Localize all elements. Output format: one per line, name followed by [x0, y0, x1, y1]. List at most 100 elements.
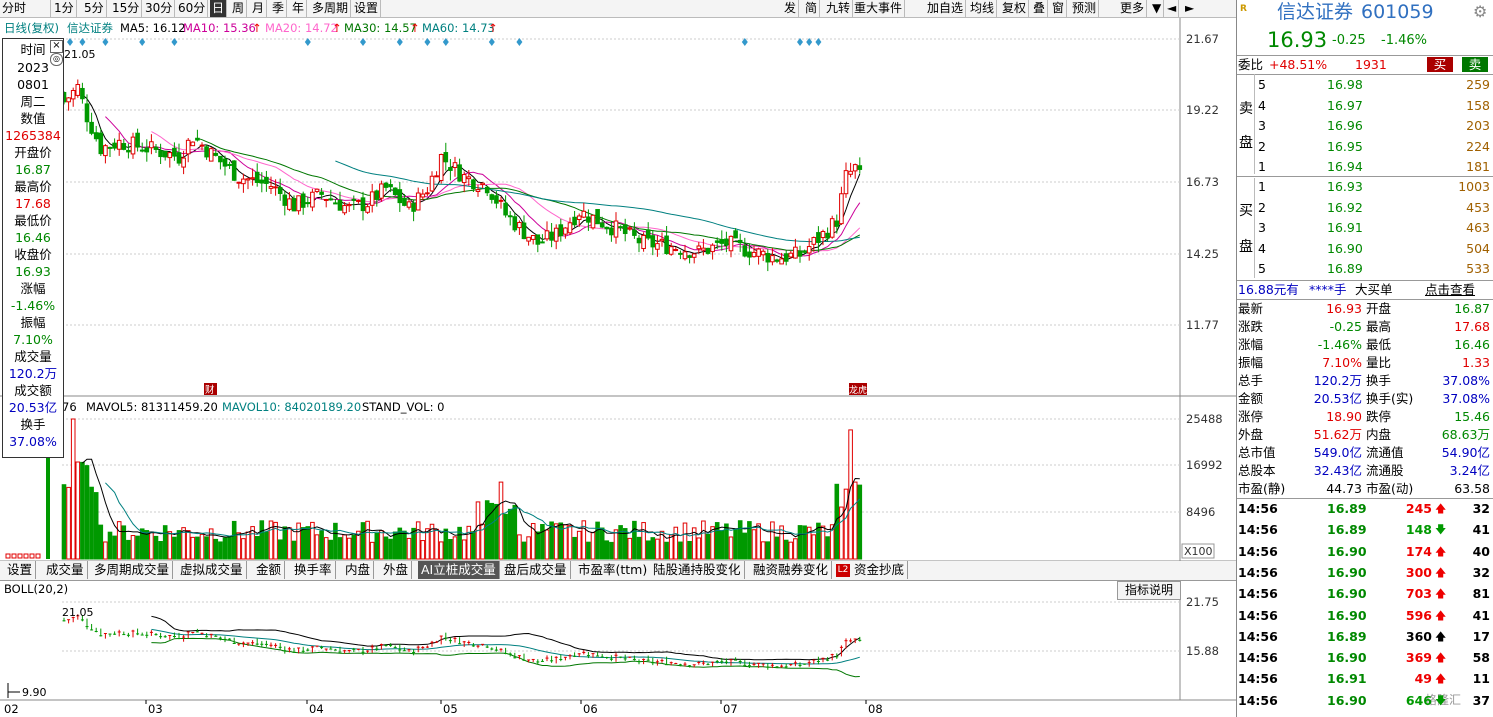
legend-ma10-arrow: ↑: [252, 21, 262, 35]
signal-diamond: [360, 38, 366, 46]
ask-level: 2: [1258, 138, 1266, 154]
candle-body: [604, 226, 610, 230]
tick-direction-icon: 🡇: [1435, 693, 1447, 707]
bid-level: 2: [1258, 199, 1266, 215]
stat-label: 总手: [1238, 373, 1264, 388]
buy-button[interactable]: 买: [1427, 57, 1453, 72]
panel-settings-icon[interactable]: ⚙: [1473, 2, 1487, 21]
ask-volume: 158: [1466, 97, 1490, 113]
volume-bar: [526, 536, 531, 560]
candle-body: [622, 224, 628, 235]
boll-high-marker: 21.05: [62, 606, 94, 619]
tick-row: 14:56 16.89 360 🡅 17: [1237, 628, 1493, 646]
tick-volume: 369: [1405, 650, 1432, 666]
price-axis: 21.67 19.22 16.73 14.25 11.77: [62, 32, 1219, 332]
indicator-tab-amount[interactable]: 金额: [253, 561, 286, 579]
candle-body: [103, 145, 108, 157]
stat-label: 总股本: [1238, 463, 1276, 478]
volume-bar: [811, 534, 817, 560]
candle-body: [595, 209, 600, 225]
sell-button[interactable]: 卖: [1462, 57, 1488, 72]
indicator-tab-volume[interactable]: 成交量: [43, 561, 88, 579]
indicator-settings-tab[interactable]: 设置: [4, 561, 37, 579]
indicator-tab-turnover[interactable]: 换手率: [291, 561, 336, 579]
candle-body: [627, 227, 633, 230]
indicator-tab-pe[interactable]: 市盈率(ttm): [575, 561, 652, 579]
ask-price: 16.98: [1327, 77, 1363, 92]
indicator-tab-hk-connect[interactable]: 陆股通持股变化: [650, 561, 745, 579]
boll-tick: 15.88: [1186, 644, 1219, 658]
kline-chart[interactable]: 日线(复权) 信达证券 MA5: 16.12 MA10: 15.36 ↑ MA2…: [0, 0, 1236, 717]
candle-body: [489, 194, 495, 200]
candle-body: [259, 179, 265, 184]
candle-body: [434, 175, 439, 178]
candle-body: [724, 238, 729, 246]
candle-body: [227, 163, 232, 166]
candle-body: [563, 227, 568, 235]
indicator-tab-outer[interactable]: 外盘: [380, 561, 413, 579]
indicator-help-button[interactable]: 指标说明: [1117, 581, 1181, 600]
stat-label: 涨幅: [1238, 337, 1264, 352]
bid-price: 16.93: [1327, 179, 1363, 194]
stat-value: 18.90: [1326, 409, 1362, 424]
indicator-tab-inner[interactable]: 内盘: [342, 561, 375, 579]
candle-body: [425, 192, 430, 195]
candle-body: [374, 190, 380, 200]
signal-diamond: [171, 38, 178, 46]
volume-bar: [572, 536, 577, 560]
ask-level: 4: [1258, 97, 1266, 113]
ask-volume: 203: [1466, 118, 1490, 133]
ask-row: 1 16.94 181: [1237, 158, 1493, 176]
volume-bar: [107, 531, 113, 560]
candle-body: [793, 246, 798, 259]
volume-bar: [231, 520, 237, 560]
candle-body: [599, 222, 605, 228]
volume-bar: [517, 534, 522, 560]
tick-volume: 49: [1414, 671, 1432, 687]
candle-body: [429, 175, 435, 192]
indicator-tab-virtual-volume[interactable]: 虚拟成交量: [177, 561, 247, 579]
candle-body: [208, 148, 214, 162]
stat-label: 最高: [1366, 319, 1392, 334]
volume-bar: [351, 534, 357, 560]
candle-body: [461, 174, 467, 184]
indicator-tab-multi-volume[interactable]: 多周期成交量: [91, 561, 174, 579]
candle-body: [719, 239, 725, 244]
stat-row: 涨跌 -0.25 最高 17.68: [1237, 318, 1493, 336]
last-price: 16.93: [1267, 28, 1328, 52]
ask-row: 4 16.97 158: [1237, 97, 1493, 115]
ma-lines: [82, 94, 861, 261]
volume-bar: [392, 531, 398, 560]
info-box-settings-icon[interactable]: ◎: [50, 53, 63, 66]
indicator-tab-margin[interactable]: 融资融券变化: [750, 561, 833, 579]
tick-direction-icon: 🡅: [1435, 608, 1447, 622]
bid-volume: 463: [1466, 220, 1490, 235]
volume-bar: [544, 529, 550, 560]
volume-bar: [576, 530, 582, 560]
info-box-close-icon[interactable]: ×: [50, 40, 63, 53]
stat-label: 换手(实): [1366, 391, 1414, 406]
stat-value: 37.08%: [1442, 391, 1490, 406]
stat-value: -0.25: [1329, 319, 1362, 334]
volume-bar: [618, 525, 623, 560]
volume-bar: [779, 525, 784, 560]
signal-diamond: [304, 38, 311, 46]
tick-time: 14:56: [1238, 692, 1278, 708]
indicator-tab-bottom-fishing[interactable]: 资金抄底: [851, 561, 909, 579]
ask-price: 16.97: [1327, 97, 1363, 113]
indicator-tab-ai-volume[interactable]: AI立桩成交量: [418, 561, 500, 579]
candle-body: [291, 198, 297, 212]
candle-body: [121, 143, 127, 150]
tick-price: 16.91: [1327, 671, 1367, 687]
bid-level: 4: [1258, 240, 1266, 256]
candle-body: [848, 170, 853, 175]
stat-value: 32.43亿: [1313, 463, 1362, 478]
big-order-link[interactable]: 点击查看: [1425, 281, 1475, 299]
candle-body: [351, 198, 357, 201]
ask-price: 16.96: [1327, 118, 1363, 133]
info-low: 16.46: [15, 230, 51, 245]
volume-current: 76: [62, 400, 77, 414]
indicator-tab-after-hours[interactable]: 盘后成交量: [501, 561, 571, 579]
volume-bar: [751, 529, 757, 560]
stat-label: 量比: [1366, 355, 1392, 370]
